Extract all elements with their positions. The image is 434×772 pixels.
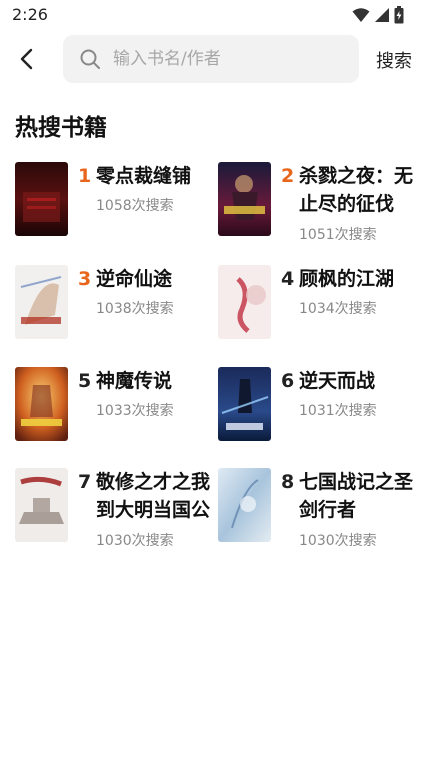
book-item-7[interactable]: 7 敬修之才之我到大明当国公 1030次搜索: [15, 468, 220, 560]
book-cover-3: [15, 265, 68, 339]
search-icon: [80, 49, 100, 69]
book-search-count-8: 1030次搜索: [299, 533, 377, 549]
book-item-2[interactable]: 2 杀戮之夜：无止尽的征伐 1051次搜索: [218, 162, 423, 254]
book-title-4: 顾枫的江湖: [299, 268, 395, 290]
book-rank-3: 3: [78, 268, 92, 290]
book-rank-8: 8: [281, 471, 295, 493]
book-search-count-4: 1034次搜索: [299, 301, 377, 317]
book-cover-6: [218, 367, 271, 441]
search-input[interactable]: [113, 49, 343, 69]
book-rank-7: 7: [78, 471, 92, 493]
book-cover-4: [218, 265, 271, 339]
book-rank-5: 5: [78, 370, 92, 392]
book-search-count-1: 1058次搜索: [96, 198, 174, 214]
book-item-6[interactable]: 6 逆天而战 1031次搜索: [218, 367, 423, 459]
book-item-1[interactable]: 1 零点裁缝铺 1058次搜索: [15, 162, 220, 254]
book-item-4[interactable]: 4 顾枫的江湖 1034次搜索: [218, 265, 423, 357]
book-cover-1: [15, 162, 68, 236]
wifi-icon: [352, 8, 370, 22]
book-cover-8: [218, 468, 271, 542]
signal-icon: [375, 8, 389, 22]
search-button[interactable]: 搜索: [376, 47, 412, 73]
book-rank-2: 2: [281, 165, 295, 187]
book-cover-7: [15, 468, 68, 542]
book-search-count-3: 1038次搜索: [96, 301, 174, 317]
book-search-count-2: 1051次搜索: [299, 227, 377, 243]
book-search-count-7: 1030次搜索: [96, 533, 174, 549]
book-cover-5: [15, 367, 68, 441]
status-icons: [352, 6, 404, 24]
book-cover-2: [218, 162, 271, 236]
back-button[interactable]: [14, 46, 40, 72]
search-box[interactable]: [63, 35, 359, 83]
search-bar: 搜索: [0, 30, 434, 90]
chevron-left-icon: [20, 48, 33, 70]
book-rank-6: 6: [281, 370, 295, 392]
book-title-5: 神魔传说: [96, 370, 173, 392]
book-rank-4: 4: [281, 268, 295, 290]
book-title-1: 零点裁缝铺: [96, 165, 192, 187]
section-title: 热搜书籍: [15, 115, 107, 141]
book-title-7: 敬修之才之我到大明当国公: [96, 471, 211, 521]
status-time: 2:26: [12, 5, 48, 24]
book-search-count-6: 1031次搜索: [299, 403, 377, 419]
book-title-8: 七国战记之圣剑行者: [299, 471, 414, 521]
book-search-count-5: 1033次搜索: [96, 403, 174, 419]
status-bar: 2:26: [0, 0, 434, 30]
book-title-6: 逆天而战: [299, 370, 376, 392]
book-title-2: 杀戮之夜：无止尽的征伐: [299, 165, 414, 215]
book-rank-1: 1: [78, 165, 92, 187]
book-item-5[interactable]: 5 神魔传说 1033次搜索: [15, 367, 220, 459]
book-item-8[interactable]: 8 七国战记之圣剑行者 1030次搜索: [218, 468, 423, 560]
battery-icon: [394, 6, 404, 24]
book-title-3: 逆命仙途: [96, 268, 173, 290]
book-item-3[interactable]: 3 逆命仙途 1038次搜索: [15, 265, 220, 357]
